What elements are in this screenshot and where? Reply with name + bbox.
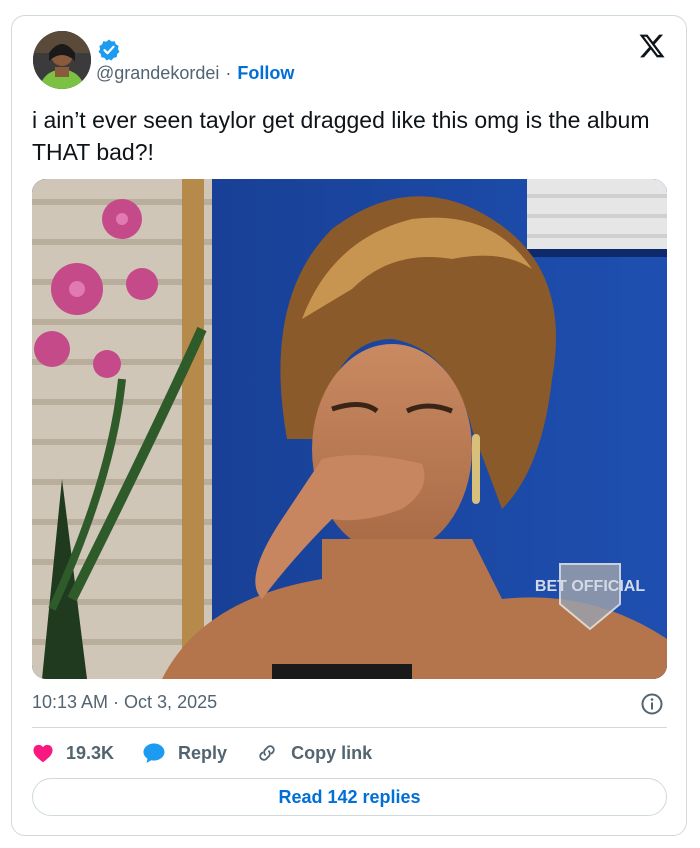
author-line: @grandekordei · Follow [96, 63, 294, 84]
action-bar: 19.3K Reply Copy link [32, 740, 400, 766]
info-icon[interactable] [640, 692, 664, 716]
like-button[interactable]: 19.3K [32, 743, 114, 764]
verified-badge-icon [98, 39, 120, 61]
avatar-image [33, 31, 91, 89]
tweet-media[interactable]: BET OFFICIAL [32, 179, 667, 679]
follow-button[interactable]: Follow [237, 63, 294, 84]
tweet-timestamp[interactable]: 10:13 AM · Oct 3, 2025 [32, 692, 217, 713]
author-handle[interactable]: @grandekordei [96, 63, 219, 84]
avatar[interactable] [33, 31, 91, 89]
tweet-card: @grandekordei · Follow i ain’t ever seen… [11, 15, 687, 836]
heart-icon [33, 744, 53, 763]
divider [32, 727, 667, 728]
separator: · [225, 63, 232, 83]
watermark-text: BET OFFICIAL [535, 578, 645, 595]
copy-link-label: Copy link [291, 742, 373, 763]
link-icon [259, 745, 275, 761]
reply-label: Reply [178, 742, 228, 763]
read-replies-button[interactable]: Read 142 replies [32, 778, 667, 816]
reply-button[interactable]: Reply [142, 742, 227, 764]
tweet-text: i ain’t ever seen taylor get dragged lik… [32, 107, 650, 165]
x-logo-icon[interactable] [638, 32, 666, 60]
like-count: 19.3K [66, 742, 115, 763]
media-image: BET OFFICIAL [32, 179, 667, 679]
copy-link-button[interactable]: Copy link [255, 742, 372, 764]
reply-bubble-icon [143, 743, 165, 763]
